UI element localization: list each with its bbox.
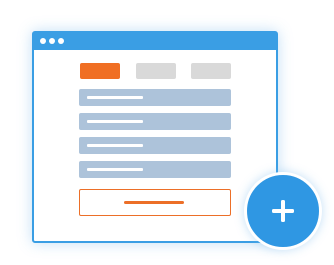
list-item-placeholder-line: [87, 144, 143, 147]
tab-third[interactable]: [191, 63, 231, 79]
window-dot-icon: [40, 38, 46, 44]
window-dot-icon: [58, 38, 64, 44]
illustration: [0, 0, 334, 265]
list-item[interactable]: [79, 113, 231, 130]
list-item-placeholder-line: [87, 168, 143, 171]
list-item[interactable]: [79, 89, 231, 106]
list-item-placeholder-line: [87, 120, 143, 123]
browser-window: [32, 31, 278, 243]
plus-icon: [272, 200, 294, 222]
list-item[interactable]: [79, 137, 231, 154]
list-item[interactable]: [79, 161, 231, 178]
action-button-placeholder-line: [124, 201, 184, 204]
window-titlebar: [34, 33, 276, 50]
add-button[interactable]: [244, 172, 322, 250]
action-button[interactable]: [79, 189, 231, 216]
tab-active[interactable]: [80, 63, 120, 79]
tab-second[interactable]: [136, 63, 176, 79]
list-item-placeholder-line: [87, 96, 143, 99]
window-dot-icon: [49, 38, 55, 44]
